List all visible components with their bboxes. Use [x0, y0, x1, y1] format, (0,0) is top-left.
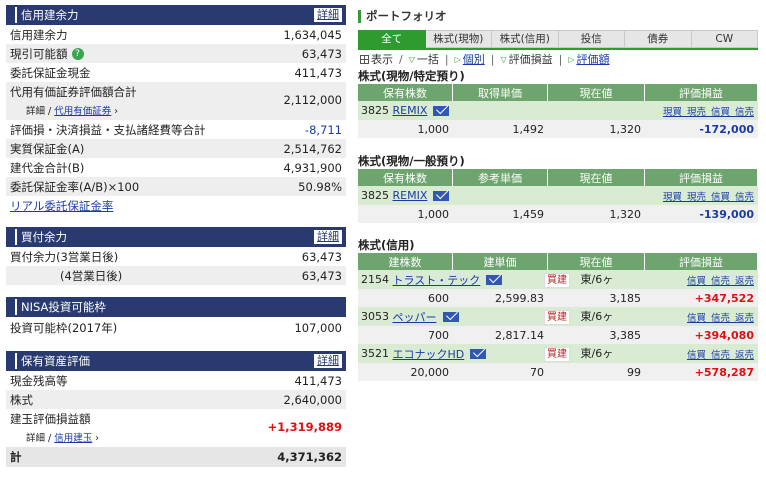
collapse-all-button[interactable]: 一括 — [417, 51, 439, 67]
table-row: 3521 エコナックHD 買建 東/6ヶ 信買 信売 返売 — [358, 344, 758, 363]
portfolio-panel: ポートフォリオ 全て 株式(現物) 株式(信用) 投信 債券 CW 表示 / ▽… — [358, 5, 758, 381]
margin-positions-header: 建株数 建単価 現在値 評価損益 — [358, 253, 758, 270]
table-row: 600 2,599.83 3,185 +347,522 — [358, 289, 758, 307]
mail-icon[interactable] — [433, 190, 450, 201]
mail-icon[interactable] — [470, 348, 487, 359]
tab-margin[interactable]: 株式(信用) — [492, 30, 559, 48]
buying-title: 買付余力 — [15, 229, 67, 245]
tab-all[interactable]: 全て — [358, 30, 426, 48]
portfolio-toolbar: 表示 / ▽ 一括 | ▷ 個別 | ▽ 評価損益 | ▷ 評価額 — [358, 48, 758, 68]
table-row: 3825 REMIX 現買 現売 信買 信売 — [358, 186, 758, 205]
margin-row: 評価損・決済損益・支払諸経費等合計 -8,711 — [10, 122, 342, 137]
margin-row: 委託保証金率(A/B)×100 50.98% — [6, 177, 346, 196]
table-row: 3825 REMIX 現買 現売 信買 信売 — [358, 101, 758, 120]
trade-links[interactable]: 信買 信売 返売 — [687, 310, 758, 324]
trade-links[interactable]: 現買 現売 信買 信売 — [663, 189, 758, 203]
assets-detail-link[interactable]: 詳細 — [314, 354, 342, 368]
tab-spot[interactable]: 株式(現物) — [425, 30, 492, 48]
stock-name-link[interactable]: REMIX — [393, 104, 428, 117]
nisa-title: NISA投資可能枠 — [15, 299, 106, 315]
assets-header: 保有資産評価 詳細 — [6, 351, 346, 371]
assets-row: 株式 2,640,000 — [6, 390, 346, 409]
table-row: 1,000 1,492 1,320 -172,000 — [358, 120, 758, 138]
table-row: 2154 トラスト・テック 買建 東/6ヶ 信買 信売 返売 — [358, 270, 758, 289]
stock-name-link[interactable]: エコナックHD — [393, 346, 465, 362]
nisa-header: NISA投資可能枠 — [6, 297, 346, 317]
realtime-margin-row: リアル委託保証金率 — [6, 196, 346, 215]
margin-row: 代用有価証券評価額合計 詳細 / 代用有価証券 › 2,112,000 — [6, 82, 346, 120]
chevron-right-icon: › — [92, 433, 100, 444]
margin-row: 現引可能額? 63,473 — [6, 44, 346, 63]
tab-fund[interactable]: 投信 — [558, 30, 625, 48]
margin-title: 信用建余力 — [15, 7, 79, 23]
triangle-down-icon: ▽ — [500, 54, 507, 64]
table-row: 3053 ペッパー 買建 東/6ヶ 信買 信売 返売 — [358, 307, 758, 326]
assets-title: 保有資産評価 — [15, 353, 90, 369]
grid-icon — [360, 54, 369, 64]
assets-row: 現金残高等 411,473 — [10, 373, 342, 388]
spot-general-title: 株式(現物/一般預り) — [358, 154, 465, 168]
portfolio-tabs: 全て 株式(現物) 株式(信用) 投信 債券 CW — [358, 30, 758, 48]
margin-row: 実質保証金(A) 2,514,762 — [6, 139, 346, 158]
margin-position-link[interactable]: 信用建玉 — [54, 433, 92, 444]
stock-name-link[interactable]: トラスト・テック — [393, 272, 481, 288]
margin-row: 建代金合計(B) 4,931,900 — [10, 160, 342, 175]
triangle-right-icon: ▷ — [568, 54, 575, 64]
triangle-down-icon: ▽ — [408, 54, 415, 64]
mail-icon[interactable] — [486, 274, 503, 285]
position-type-badge: 買建 — [544, 273, 570, 288]
position-type-badge: 買建 — [544, 310, 570, 325]
trade-links[interactable]: 信買 信売 返売 — [687, 347, 758, 361]
tab-bond[interactable]: 債券 — [625, 30, 692, 48]
valuation-sort-button[interactable]: 評価額 — [577, 51, 610, 67]
collateral-detail-link[interactable]: 代用有価証券 — [54, 106, 111, 117]
left-panel: 信用建余力 詳細 信用建余力 1,634,045 現引可能額? 63,473 委託保… — [6, 5, 346, 467]
nisa-row: 投資可能枠(2017年) 107,000 — [10, 321, 342, 335]
individual-button[interactable]: 個別 — [463, 51, 485, 67]
trade-links[interactable]: 現買 現売 信買 信売 — [663, 104, 758, 118]
trade-links[interactable]: 信買 信売 返売 — [687, 273, 758, 287]
margin-positions-title: 株式(信用) — [358, 238, 415, 252]
spot-specific-header: 保有株数 取得単価 現在値 評価損益 — [358, 84, 758, 101]
help-icon[interactable]: ? — [71, 48, 84, 60]
mail-icon[interactable] — [433, 105, 450, 116]
table-row: 20,000 70 99 +578,287 — [358, 363, 758, 381]
mail-icon[interactable] — [442, 311, 459, 322]
realtime-margin-link[interactable]: リアル委託保証金率 — [10, 198, 113, 214]
buying-row: 買付余力(3営業日後) 63,473 — [10, 249, 342, 264]
margin-row: 委託保証金現金 411,473 — [10, 65, 342, 80]
assets-row: 建玉評価損益額 詳細 / 信用建玉 › +1,319,889 — [10, 412, 342, 444]
tab-cw[interactable]: CW — [691, 30, 758, 48]
pl-sort-button[interactable]: 評価損益 — [509, 51, 553, 67]
spot-specific-title: 株式(現物/特定預り) — [358, 69, 465, 83]
table-row: 700 2,817.14 3,385 +394,080 — [358, 326, 758, 344]
spot-general-header: 保有株数 参考単価 現在値 評価損益 — [358, 169, 758, 186]
margin-row: 信用建余力 1,634,045 — [10, 27, 342, 42]
margin-detail-link[interactable]: 詳細 — [314, 8, 342, 22]
margin-header: 信用建余力 詳細 — [6, 5, 346, 25]
buying-detail-link[interactable]: 詳細 — [314, 230, 342, 244]
buying-row: (4営業日後) 63,473 — [6, 266, 346, 285]
assets-total-row: 計 4,371,362 — [6, 447, 346, 467]
table-row: 1,000 1,459 1,320 -139,000 — [358, 205, 758, 223]
stock-name-link[interactable]: REMIX — [393, 189, 428, 202]
buying-header: 買付余力 詳細 — [6, 227, 346, 247]
position-type-badge: 買建 — [544, 347, 570, 362]
chevron-right-icon: › — [111, 106, 119, 117]
stock-name-link[interactable]: ペッパー — [393, 309, 437, 325]
portfolio-title: ポートフォリオ — [358, 5, 758, 27]
triangle-right-icon: ▷ — [454, 54, 461, 64]
